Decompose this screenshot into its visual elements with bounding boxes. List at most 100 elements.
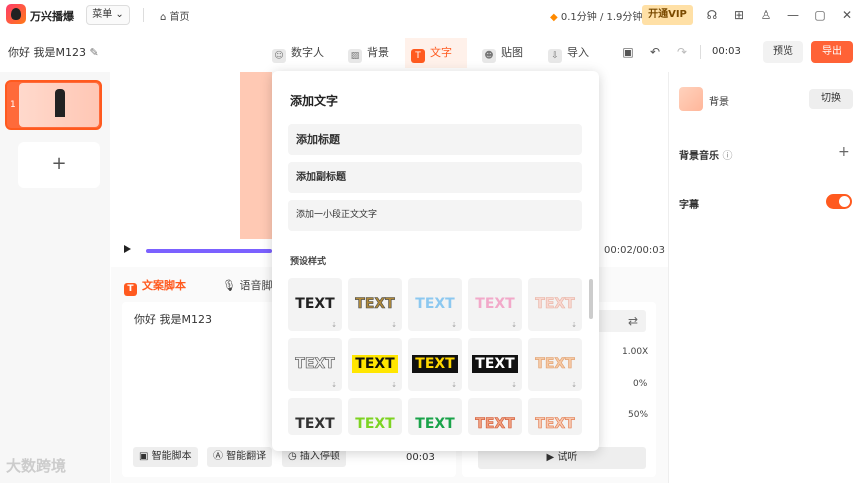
text-preset-tile[interactable]: TEXT [468, 398, 522, 435]
maximize-icon[interactable]: ▢ [812, 7, 828, 23]
project-title[interactable]: 你好 我是M123 ✎ [8, 44, 99, 60]
usage-text: 0.1分钟 / 1.9分钟 [560, 12, 643, 23]
tab-label: 文字 [430, 46, 452, 59]
text-preset-tile[interactable]: TEXT ⇣ [288, 278, 342, 331]
redo-icon[interactable]: ↷ [674, 44, 690, 60]
smart-translate-button[interactable]: Ⓐ 智能翻译 [207, 447, 273, 467]
project-time: 00:03 [712, 46, 741, 57]
preset-text: TEXT [295, 296, 335, 312]
popup-scrollbar[interactable] [589, 279, 593, 319]
home-label: 首页 [169, 12, 190, 23]
playback-progress[interactable] [146, 249, 272, 253]
text-icon: T [411, 49, 425, 63]
tab-import[interactable]: ⇩ 导入 [542, 38, 595, 68]
menu-button[interactable]: 菜单 ⌄ [86, 5, 130, 25]
add-slide-button[interactable]: + [18, 142, 100, 188]
add-music-icon[interactable]: + [838, 144, 850, 160]
download-icon[interactable]: ⇣ [511, 321, 517, 329]
popup-title: 添加文字 [290, 94, 339, 108]
usage-display: ◆ 0.1分钟 / 1.9分钟 [550, 8, 642, 23]
text-preset-tile[interactable]: TEXT ⇣ [408, 338, 462, 391]
text-preset-tile[interactable]: TEXT ⇣ [348, 278, 402, 331]
app-name: 万兴播爆 [30, 10, 74, 23]
text-preset-tile[interactable]: TEXT ⇣ [468, 338, 522, 391]
download-icon[interactable]: ⇣ [391, 321, 397, 329]
tab-voice-script[interactable]: 🎙 语音脚 [222, 277, 272, 293]
preview-button[interactable]: 预览 [763, 41, 803, 63]
button-label: 智能脚本 [151, 451, 192, 462]
vip-button[interactable]: 开通VIP [642, 5, 693, 25]
divider [700, 45, 701, 59]
diamond-icon: ◆ [550, 12, 558, 23]
play-icon[interactable] [124, 245, 131, 253]
download-icon[interactable]: ⇣ [571, 321, 577, 329]
tab-text[interactable]: T 文字 [405, 38, 467, 68]
tab-copy-script[interactable]: T 文案脚本 [124, 277, 186, 296]
tab-background[interactable]: ▨ 背景 [342, 38, 395, 68]
undo-icon[interactable]: ↶ [647, 44, 663, 60]
preset-text: TEXT [355, 296, 395, 313]
close-icon[interactable]: ✕ [839, 7, 855, 23]
preset-text: TEXT [415, 416, 455, 432]
download-icon[interactable]: ⇣ [391, 381, 397, 389]
export-button[interactable]: 导出 [811, 41, 853, 63]
tab-avatar[interactable]: ☺ 数字人 [266, 38, 330, 68]
tab-label: 贴图 [501, 46, 523, 59]
tab-label: 文案脚本 [142, 279, 186, 292]
text-preset-tile[interactable]: TEXT ⇣ [408, 278, 462, 331]
save-icon[interactable]: ▣ [620, 44, 636, 60]
text-preset-tile[interactable]: TEXT ⇣ [528, 278, 582, 331]
text-preset-tile[interactable]: TEXT ⇣ [288, 338, 342, 391]
button-label: 插入停顿 [299, 451, 340, 462]
pitch-value: 0% [633, 379, 648, 389]
headset-icon[interactable]: ☊ [704, 7, 720, 23]
button-label: 试听 [557, 452, 578, 463]
background-icon: ▨ [348, 49, 362, 63]
download-icon[interactable]: ⇣ [331, 321, 337, 329]
preset-label: 预设样式 [290, 257, 327, 267]
background-thumbnail [679, 87, 703, 111]
subtitle-toggle[interactable] [826, 194, 852, 209]
download-icon[interactable]: ⇣ [451, 381, 457, 389]
add-body-text-button[interactable]: 添加一小段正文文字 [288, 200, 582, 231]
text-preset-tile[interactable]: TEXT ⇣ [468, 278, 522, 331]
user-icon[interactable]: ♙ [758, 7, 774, 23]
text-preset-tile[interactable]: TEXT [528, 398, 582, 435]
download-icon[interactable]: ⇣ [331, 381, 337, 389]
text-preset-tile[interactable]: TEXT ⇣ [348, 338, 402, 391]
script-text[interactable]: 你好 我是M123 [134, 311, 212, 327]
speed-value: 1.00X [622, 347, 649, 357]
text-preset-tile[interactable]: TEXT ⇣ [528, 338, 582, 391]
download-icon[interactable]: ⇣ [451, 321, 457, 329]
project-title-text: 你好 我是M123 [8, 46, 86, 59]
music-label: 背景音乐 [679, 151, 719, 162]
grid-icon[interactable]: ⊞ [731, 7, 747, 23]
preset-text: TEXT [475, 296, 515, 312]
download-icon[interactable]: ⇣ [571, 381, 577, 389]
help-icon[interactable]: ⓘ [722, 151, 732, 162]
video-canvas[interactable] [240, 72, 272, 239]
preset-text: TEXT [472, 355, 518, 373]
pause-icon: ◷ [288, 451, 297, 462]
minimize-icon[interactable]: — [785, 7, 801, 23]
background-label: 背景 [709, 97, 729, 108]
preset-text: TEXT [352, 355, 398, 373]
preset-text: TEXT [415, 296, 455, 312]
text-preset-tile[interactable]: TEXT [348, 398, 402, 435]
switch-background-button[interactable]: 切换 [809, 89, 853, 109]
smart-script-button[interactable]: ▣ 智能脚本 [133, 447, 198, 467]
home-link[interactable]: ⌂ 首页 [160, 8, 190, 23]
add-title-button[interactable]: 添加标题 [288, 124, 582, 155]
script-icon: T [124, 283, 137, 296]
text-preset-tile[interactable]: TEXT [408, 398, 462, 435]
slide-thumbnail[interactable]: 1 [5, 80, 102, 130]
subtitle-label: 字幕 [679, 200, 699, 211]
tab-label: 背景 [367, 46, 389, 59]
edit-icon[interactable]: ✎ [89, 46, 98, 59]
download-icon[interactable]: ⇣ [511, 381, 517, 389]
preset-text: TEXT [295, 356, 335, 373]
tab-sticker[interactable]: ☻ 贴图 [476, 38, 529, 68]
text-preset-tile[interactable]: TEXT [288, 398, 342, 435]
add-subtitle-button[interactable]: 添加副标题 [288, 162, 582, 193]
preset-text: TEXT [535, 416, 575, 433]
